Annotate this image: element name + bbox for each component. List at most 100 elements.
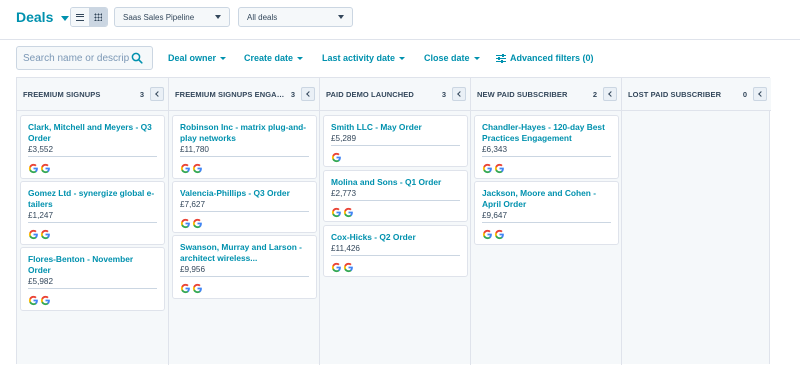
deal-name[interactable]: Chandler-Hayes - 120-day Best Practices … bbox=[482, 122, 611, 144]
chevron-down-icon bbox=[338, 15, 344, 19]
list-view-button[interactable] bbox=[71, 8, 89, 26]
column-count: 3 bbox=[290, 89, 295, 99]
deal-card[interactable]: Smith LLC - May Order £5,289 bbox=[323, 115, 468, 167]
column-header: FREEMIUM SIGNUPS ENGAGED 3 bbox=[169, 78, 319, 111]
google-g-icon bbox=[28, 229, 38, 240]
board-column: FREEMIUM SIGNUPS 3 Clark, Mitchell and M… bbox=[17, 78, 168, 365]
column-name: FREEMIUM SIGNUPS ENGAGED bbox=[175, 89, 287, 99]
search-input[interactable] bbox=[17, 52, 129, 64]
deal-amount: £1,247 bbox=[28, 211, 54, 220]
view-toggle bbox=[70, 7, 108, 27]
board-column: FREEMIUM SIGNUPS ENGAGED 3 Robinson Inc … bbox=[168, 78, 319, 365]
deal-name[interactable]: Robinson Inc - matrix plug-and-play netw… bbox=[180, 122, 309, 144]
deal-owner-label: Deal owner bbox=[168, 53, 217, 63]
deal-card[interactable]: Flores-Benton - November Order £5,982 bbox=[20, 247, 165, 311]
deal-card[interactable]: Cox-Hicks - Q2 Order £11,426 bbox=[323, 225, 468, 277]
card-divider bbox=[331, 255, 460, 256]
google-g-icon bbox=[28, 295, 38, 306]
card-divider bbox=[482, 222, 611, 223]
close-date-filter[interactable]: Close date bbox=[424, 53, 480, 63]
chevron-left-icon bbox=[608, 91, 614, 97]
column-count: 3 bbox=[139, 89, 144, 99]
deal-card[interactable]: Chandler-Hayes - 120-day Best Practices … bbox=[474, 115, 619, 179]
deal-card[interactable]: Robinson Inc - matrix plug-and-play netw… bbox=[172, 115, 317, 179]
collapse-column-button[interactable] bbox=[301, 87, 315, 101]
deal-amount: £7,627 bbox=[180, 200, 206, 209]
owner-avatars bbox=[180, 283, 203, 294]
deal-name[interactable]: Clark, Mitchell and Meyers - Q3 Order bbox=[28, 122, 157, 144]
google-g-icon bbox=[331, 152, 341, 163]
caret-down-icon bbox=[297, 56, 304, 60]
google-g-icon bbox=[192, 163, 202, 174]
deal-amount: £6,343 bbox=[482, 145, 508, 154]
collapse-column-button[interactable] bbox=[150, 87, 164, 101]
pipeline-select[interactable]: Saas Sales Pipeline bbox=[114, 7, 230, 27]
last-activity-date-label: Last activity date bbox=[322, 53, 396, 63]
last-activity-date-filter[interactable]: Last activity date bbox=[322, 53, 406, 63]
deal-name[interactable]: Valencia-Phillips - Q3 Order bbox=[180, 188, 309, 199]
deal-name[interactable]: Swanson, Murray and Larson - architect w… bbox=[180, 242, 309, 264]
deal-name[interactable]: Gomez Ltd - synergize global e-tailers bbox=[28, 188, 157, 210]
object-switcher[interactable]: Deals bbox=[16, 9, 70, 25]
deal-owner-filter[interactable]: Deal owner bbox=[168, 53, 227, 63]
grid-icon bbox=[94, 13, 103, 21]
board-view-button[interactable] bbox=[88, 8, 107, 26]
google-g-icon bbox=[192, 218, 202, 229]
deal-card[interactable]: Molina and Sons - Q1 Order £2,773 bbox=[323, 170, 468, 222]
close-date-label: Close date bbox=[424, 53, 470, 63]
list-icon bbox=[75, 13, 84, 21]
google-g-icon bbox=[482, 163, 492, 174]
deal-amount: £11,780 bbox=[180, 145, 209, 154]
deal-name[interactable]: Flores-Benton - November Order bbox=[28, 254, 157, 276]
deal-amount: £9,647 bbox=[482, 211, 508, 220]
chevron-left-icon bbox=[155, 91, 161, 97]
card-divider bbox=[180, 156, 309, 157]
google-g-icon bbox=[180, 163, 190, 174]
google-g-icon bbox=[343, 262, 353, 273]
deal-board: FREEMIUM SIGNUPS 3 Clark, Mitchell and M… bbox=[16, 77, 771, 365]
card-divider bbox=[28, 288, 157, 289]
deal-name[interactable]: Molina and Sons - Q1 Order bbox=[331, 177, 460, 188]
owner-avatars bbox=[28, 163, 51, 174]
collapse-column-button[interactable] bbox=[452, 87, 466, 101]
deal-amount: £3,552 bbox=[28, 145, 54, 154]
deal-card[interactable]: Jackson, Moore and Cohen - April Order £… bbox=[474, 181, 619, 245]
view-select[interactable]: All deals bbox=[238, 7, 353, 27]
deal-name[interactable]: Cox-Hicks - Q2 Order bbox=[331, 232, 460, 243]
board-column: PAID DEMO LAUNCHED 3 Smith LLC - May Ord… bbox=[319, 78, 470, 365]
google-g-icon bbox=[494, 163, 504, 174]
deal-name[interactable]: Jackson, Moore and Cohen - April Order bbox=[482, 188, 611, 210]
caret-down-icon bbox=[61, 15, 70, 21]
chevron-left-icon bbox=[306, 91, 312, 97]
caret-down-icon bbox=[220, 56, 227, 60]
column-name: PAID DEMO LAUNCHED bbox=[326, 89, 414, 99]
column-name: LOST PAID SUBSCRIBER bbox=[628, 89, 722, 99]
deal-card[interactable]: Gomez Ltd - synergize global e-tailers £… bbox=[20, 181, 165, 245]
deal-card[interactable]: Clark, Mitchell and Meyers - Q3 Order £3… bbox=[20, 115, 165, 179]
column-header: NEW PAID SUBSCRIBER 2 bbox=[471, 78, 621, 111]
deal-card[interactable]: Valencia-Phillips - Q3 Order £7,627 bbox=[172, 181, 317, 233]
google-g-icon bbox=[482, 229, 492, 240]
owner-avatars bbox=[482, 229, 505, 240]
column-count: 0 bbox=[742, 89, 747, 99]
deal-name[interactable]: Smith LLC - May Order bbox=[331, 122, 460, 133]
top-bar: Deals Saas Sales Pipeline All deals bbox=[0, 0, 800, 40]
google-g-icon bbox=[180, 283, 190, 294]
caret-down-icon bbox=[473, 56, 480, 60]
deal-card[interactable]: Swanson, Murray and Larson - architect w… bbox=[172, 235, 317, 299]
owner-avatars bbox=[180, 218, 203, 229]
advanced-filters-button[interactable]: Advanced filters (0) bbox=[496, 53, 594, 63]
card-divider bbox=[331, 145, 460, 146]
collapse-column-button[interactable] bbox=[603, 87, 617, 101]
board-column: LOST PAID SUBSCRIBER 0 bbox=[621, 78, 771, 365]
google-g-icon bbox=[192, 283, 202, 294]
collapse-column-button[interactable] bbox=[753, 87, 767, 101]
owner-avatars bbox=[331, 207, 354, 218]
google-g-icon bbox=[331, 262, 341, 273]
deal-amount: £11,426 bbox=[331, 244, 360, 253]
chevron-down-icon bbox=[215, 15, 221, 19]
google-g-icon bbox=[40, 295, 50, 306]
column-count: 2 bbox=[592, 89, 597, 99]
search-icon[interactable] bbox=[131, 52, 143, 64]
create-date-filter[interactable]: Create date bbox=[244, 53, 304, 63]
